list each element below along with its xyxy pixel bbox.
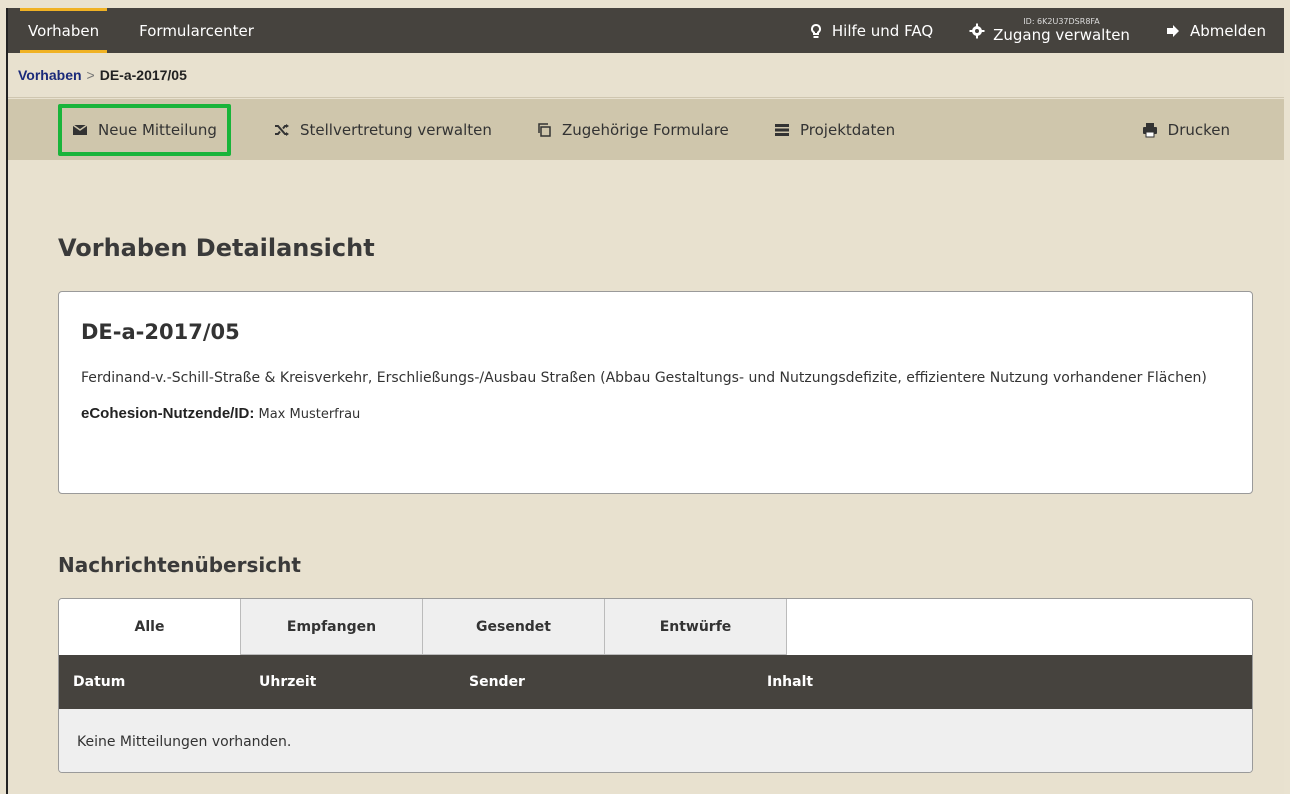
logout-link[interactable]: Abmelden [1148,8,1284,53]
sign-out-icon [1166,23,1182,39]
help-faq-link[interactable]: Hilfe und FAQ [790,8,951,53]
column-header-sender: Sender [469,674,525,690]
list-icon [774,122,790,138]
action-toolbar: Neue Mitteilung Stellvertretung verwalte… [8,99,1284,160]
project-data-label: Projektdaten [800,120,896,139]
new-message-button[interactable]: Neue Mitteilung [58,103,231,156]
new-message-label: Neue Mitteilung [98,120,217,139]
breadcrumb-root-link[interactable]: Vorhaben [18,67,82,83]
project-code: DE-a-2017/05 [81,320,240,344]
related-forms-button[interactable]: Zugehörige Formulare [526,104,739,156]
logout-label: Abmelden [1189,21,1266,40]
page-title: Vorhaben Detailansicht [58,234,375,262]
table-header: Datum Uhrzeit Sender Inhalt [59,655,1252,709]
breadcrumb-current: DE-a-2017/05 [99,67,187,83]
project-card: DE-a-2017/05 Ferdinand-v.-Schill-Straße … [58,291,1253,494]
account-info: ID: 6K2U37DSR8FA Zugang verwalten [993,18,1130,43]
account-manage-link[interactable]: ID: 6K2U37DSR8FA Zugang verwalten [951,8,1148,53]
print-button[interactable]: Drucken [1132,104,1240,156]
gear-icon [969,23,985,39]
app-frame: Vorhaben Formularcenter Hilfe und FAQ ID… [6,8,1284,794]
manage-deputy-label: Stellvertretung verwalten [300,120,492,139]
printer-icon [1142,122,1158,138]
nav-tab-vorhaben[interactable]: Vorhaben [8,8,119,53]
messages-section-title: Nachrichtenübersicht [58,553,301,577]
tab-all[interactable]: Alle [59,599,241,655]
nav-tab-label: Vorhaben [28,21,100,40]
envelope-icon [72,122,88,138]
copy-icon [536,122,552,138]
column-header-date: Datum [73,674,126,690]
lightbulb-icon [808,23,824,39]
print-label: Drucken [1167,120,1230,139]
empty-message: Keine Mitteilungen vorhanden. [77,733,292,750]
manage-deputy-button[interactable]: Stellvertretung verwalten [264,104,502,156]
tab-received[interactable]: Empfangen [241,599,423,655]
user-value: Max Musterfrau [258,407,361,422]
shuffle-icon [274,122,290,138]
account-label: Zugang verwalten [993,26,1130,44]
tab-drafts[interactable]: Entwürfe [605,599,787,655]
nav-tab-label: Formularcenter [139,21,254,40]
column-header-content: Inhalt [767,674,814,690]
breadcrumb-separator: > [86,67,95,83]
empty-table-row: Keine Mitteilungen vorhanden. [59,709,1252,772]
nav-tab-formularcenter[interactable]: Formularcenter [119,8,274,53]
help-label: Hilfe und FAQ [831,21,934,40]
breadcrumb: Vorhaben > DE-a-2017/05 [8,53,1284,98]
account-id: ID: 6K2U37DSR8FA [1023,17,1100,26]
project-user: eCohesion-Nutzende/ID: Max Musterfrau [81,405,1230,422]
related-forms-label: Zugehörige Formulare [562,120,729,139]
top-navigation-bar: Vorhaben Formularcenter Hilfe und FAQ ID… [8,8,1284,53]
messages-panel: Alle Empfangen Gesendet Entwürfe Datum U… [58,598,1253,773]
tab-bar-fill [787,599,1252,655]
tab-sent[interactable]: Gesendet [423,599,605,655]
message-tabs: Alle Empfangen Gesendet Entwürfe [59,599,1252,655]
project-data-button[interactable]: Projektdaten [764,104,905,156]
project-description: Ferdinand-v.-Schill-Straße & Kreisverkeh… [81,370,1207,386]
column-header-time: Uhrzeit [259,674,317,690]
user-label: eCohesion-Nutzende/ID: [81,405,255,422]
